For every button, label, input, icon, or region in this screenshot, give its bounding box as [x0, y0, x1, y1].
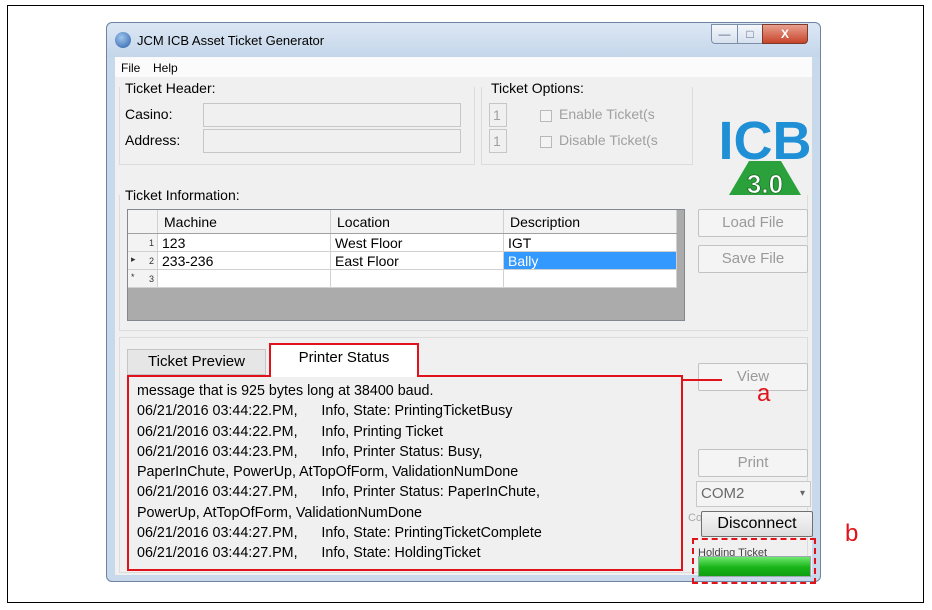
callout-b-label: b — [845, 520, 859, 547]
save-file-button[interactable]: Save File — [698, 245, 808, 273]
disable-ticket-checkbox[interactable] — [540, 136, 552, 148]
window-title: JCM ICB Asset Ticket Generator — [137, 33, 325, 48]
col-machine[interactable]: Machine — [157, 210, 331, 234]
address-label: Address: — [125, 132, 181, 148]
view-button[interactable]: View — [698, 363, 808, 391]
print-button[interactable]: Print — [698, 449, 808, 477]
table-row[interactable]: 1 123 West Floor IGT — [128, 233, 677, 252]
callout-a-line — [681, 379, 722, 381]
cell-machine[interactable] — [157, 269, 331, 288]
com-clipped-label: Co — [688, 512, 703, 524]
log-line: PowerUp, AtTopOfForm, ValidationNumDone — [137, 504, 423, 521]
callout-a-label: a — [757, 380, 771, 407]
casino-field[interactable] — [203, 103, 461, 127]
log-line: 06/21/2016 03:44:27.PM, Info, State: Hol… — [137, 545, 481, 562]
cell-description-selected[interactable]: Bally — [503, 251, 677, 270]
enable-ticket-label: Enable Ticket(s — [559, 106, 655, 122]
menu-file[interactable]: File — [121, 61, 140, 75]
cell-description[interactable]: IGT — [503, 233, 677, 252]
log-line: PaperInChute, PowerUp, AtTopOfForm, Vali… — [137, 464, 519, 481]
printer-status-log[interactable]: message that is 925 bytes long at 38400 … — [127, 375, 683, 571]
table-row-new[interactable]: * 3 — [128, 269, 677, 288]
tab-printer-status[interactable]: Printer Status — [269, 343, 419, 377]
cell-machine[interactable]: 123 — [157, 233, 331, 252]
com-port-value: COM2 — [701, 485, 745, 502]
disconnect-button[interactable]: Disconnect — [701, 511, 813, 537]
casino-label: Casino: — [125, 106, 173, 122]
minimize-button[interactable]: — — [711, 24, 738, 44]
cell-location[interactable]: East Floor — [330, 251, 504, 270]
log-line: 06/21/2016 03:44:27.PM, Info, State: Pri… — [137, 525, 542, 542]
title-bar[interactable]: JCM ICB Asset Ticket Generator — □ X — [107, 23, 820, 57]
enable-ticket-checkbox[interactable] — [540, 110, 552, 122]
maximize-button[interactable]: □ — [737, 24, 763, 44]
callout-b-highlight — [692, 538, 816, 584]
close-button[interactable]: X — [762, 24, 808, 44]
menu-bar: File Help — [115, 57, 812, 77]
table-row[interactable]: ▸ 2 233-236 East Floor Bally — [128, 251, 677, 270]
log-line: message that is 925 bytes long at 38400 … — [137, 383, 434, 399]
log-line: 06/21/2016 03:44:23.PM, Info, Printer St… — [137, 443, 483, 460]
log-line: 06/21/2016 03:44:22.PM, Info, Printing T… — [137, 423, 443, 440]
app-icon — [115, 32, 131, 48]
row-header[interactable]: ▸ 2 — [128, 251, 158, 270]
load-file-button[interactable]: Load File — [698, 209, 808, 237]
col-location[interactable]: Location — [330, 210, 504, 234]
ticket-options-group — [481, 87, 693, 165]
chevron-down-icon: ▾ — [799, 488, 805, 499]
cell-machine[interactable]: 233-236 — [157, 251, 331, 270]
ticket-grid[interactable]: Machine Location Description 1 123 West … — [127, 209, 685, 321]
icb-logo: ICB 3.0 — [719, 111, 812, 199]
log-line: 06/21/2016 03:44:22.PM, Info, State: Pri… — [137, 403, 513, 420]
row-header[interactable]: 1 — [128, 233, 158, 252]
tab-ticket-preview[interactable]: Ticket Preview — [127, 349, 266, 375]
cell-location[interactable]: West Floor — [330, 233, 504, 252]
com-port-select[interactable]: COM2 ▾ — [696, 481, 811, 507]
disable-ticket-label: Disable Ticket(s — [559, 132, 658, 148]
row-header[interactable]: * 3 — [128, 269, 158, 288]
enable-qty-field[interactable]: 1 — [489, 103, 507, 127]
client-area: File Help Ticket Header: Casino: Address… — [115, 57, 816, 584]
disable-qty-field[interactable]: 1 — [489, 129, 507, 153]
grid-corner — [128, 210, 158, 234]
log-line: 06/21/2016 03:44:27.PM, Info, Printer St… — [137, 484, 540, 501]
ticket-table: Machine Location Description 1 123 West … — [128, 210, 677, 288]
menu-help[interactable]: Help — [153, 61, 178, 75]
address-field[interactable] — [203, 129, 461, 153]
app-window: JCM ICB Asset Ticket Generator — □ X Fil… — [106, 22, 821, 584]
col-description[interactable]: Description — [503, 210, 677, 234]
cell-description[interactable] — [503, 269, 677, 288]
cell-location[interactable] — [330, 269, 504, 288]
